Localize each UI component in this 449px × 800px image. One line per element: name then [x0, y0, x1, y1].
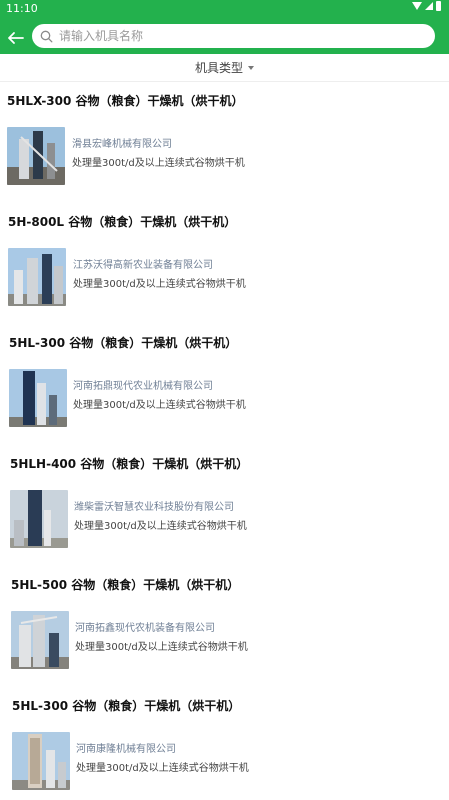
dryer-thumbnail [10, 490, 68, 548]
back-arrow-icon [8, 32, 24, 44]
search-box[interactable] [32, 24, 435, 48]
item-company: 江苏沃得高新农业装备有限公司 [73, 260, 213, 271]
status-time: 11:10 [6, 2, 38, 15]
search-icon [40, 30, 53, 42]
back-button[interactable] [4, 24, 26, 48]
dryer-thumbnail [11, 611, 69, 669]
item-title: 5HL-300 谷物（粮食）干燥机（烘干机） [12, 699, 241, 713]
dryer-thumbnail [9, 369, 67, 427]
item-title: 5HLX-300 谷物（粮食）干燥机（烘干机） [7, 94, 244, 108]
machine-type-filter[interactable]: 机具类型 [0, 54, 449, 82]
list-item[interactable]: 5HLX-300 谷物（粮食）干燥机（烘干机） 滑县宏峰机械有限公司 处理量30… [0, 82, 449, 203]
list-item[interactable]: 5HL-300 谷物（粮食）干燥机（烘干机） 河南拓鼎现代农业机械有限公司 处理… [0, 324, 449, 445]
item-description: 处理量300t/d及以上连续式谷物烘干机 [72, 158, 245, 169]
signal-icon [425, 2, 433, 10]
item-description: 处理量300t/d及以上连续式谷物烘干机 [74, 521, 247, 532]
status-icons [412, 0, 441, 12]
search-input[interactable] [59, 29, 399, 43]
dryer-thumbnail [8, 248, 66, 306]
list-item[interactable]: 5HL-500 谷物（粮食）干燥机（烘干机） 河南拓鑫现代农机装备有限公司 处理… [0, 566, 449, 687]
battery-icon [436, 1, 441, 11]
item-description: 处理量300t/d及以上连续式谷物烘干机 [76, 763, 249, 774]
app-bar: 11:10 [0, 0, 449, 54]
item-company: 河南拓鑫现代农机装备有限公司 [75, 623, 215, 634]
item-title: 5HLH-400 谷物（粮食）干燥机（烘干机） [10, 457, 249, 471]
list-item[interactable]: 5HL-300 谷物（粮食）干燥机（烘干机） 河南康隆机械有限公司 处理量300… [0, 687, 449, 800]
item-company: 潍柴雷沃智慧农业科技股份有限公司 [74, 502, 234, 513]
list-item[interactable]: 5HLH-400 谷物（粮食）干燥机（烘干机） 潍柴雷沃智慧农业科技股份有限公司… [0, 445, 449, 566]
wifi-icon [412, 2, 422, 10]
dryer-thumbnail [12, 732, 70, 790]
item-title: 5H-800L 谷物（粮食）干燥机（烘干机） [8, 215, 237, 229]
item-company: 河南拓鼎现代农业机械有限公司 [73, 381, 213, 392]
item-company: 河南康隆机械有限公司 [76, 744, 176, 755]
caret-down-icon [248, 65, 254, 70]
dryer-thumbnail [7, 127, 65, 185]
list-item[interactable]: 5H-800L 谷物（粮食）干燥机（烘干机） 江苏沃得高新农业装备有限公司 处理… [0, 203, 449, 324]
item-description: 处理量300t/d及以上连续式谷物烘干机 [73, 400, 246, 411]
item-description: 处理量300t/d及以上连续式谷物烘干机 [73, 279, 246, 290]
filter-label: 机具类型 [194, 61, 243, 75]
item-title: 5HL-300 谷物（粮食）干燥机（烘干机） [9, 336, 238, 350]
item-description: 处理量300t/d及以上连续式谷物烘干机 [75, 642, 248, 653]
item-company: 滑县宏峰机械有限公司 [72, 139, 172, 150]
item-title: 5HL-500 谷物（粮食）干燥机（烘干机） [11, 578, 240, 592]
